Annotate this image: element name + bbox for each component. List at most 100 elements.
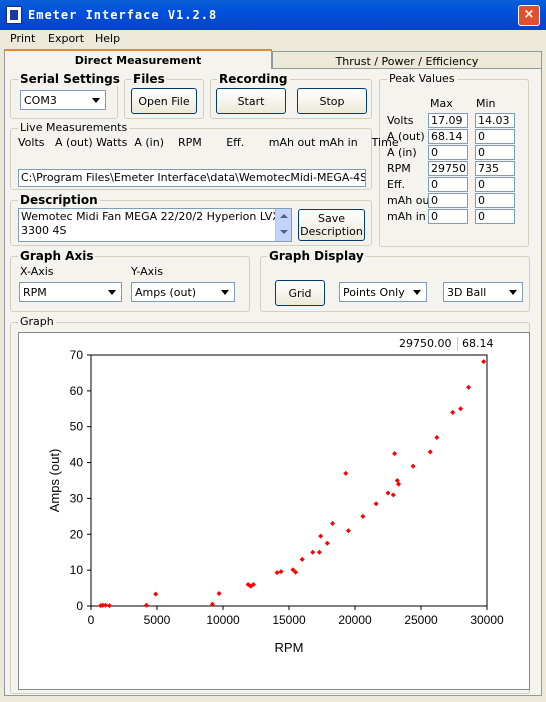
description-scrollbar[interactable] [275,209,291,241]
data-point [316,549,322,555]
peak-min-value: 0 [475,145,515,160]
point-style-select[interactable]: 3D Ball [443,282,523,302]
plot-mode-select[interactable]: Points Only [339,282,427,302]
description-line-1: Wemotec Midi Fan MEGA 22/20/2 Hyperion L… [21,210,280,223]
chevron-down-icon[interactable] [217,284,233,300]
y-tick-label: 60 [70,384,84,398]
x-tick-label: 10000 [206,613,240,627]
data-point [310,549,316,555]
peak-label: mAh out [387,194,434,207]
data-file-path[interactable]: C:\Program Files\Emeter Interface\data\W… [18,169,366,187]
tab-thrust-power-efficiency[interactable]: Thrust / Power / Efficiency [272,51,542,69]
x-axis-select[interactable]: RPM [19,282,122,302]
menu-print[interactable]: Print [10,32,35,45]
y-tick-label: 70 [70,348,84,362]
cursor-x-value: 29750.00 [399,337,452,350]
data-point [481,359,487,365]
x-tick-label: 15000 [272,613,306,627]
menu-export[interactable]: Export [48,32,84,45]
stop-button[interactable]: Stop [297,88,367,114]
data-point [324,540,330,546]
description-line-2: 3300 4S [21,224,67,237]
chevron-down-icon[interactable] [88,92,104,108]
serial-port-select[interactable]: COM3 [20,90,106,110]
peak-values-legend: Peak Values [387,72,457,85]
data-point [410,463,416,469]
plot-frame [90,354,488,607]
tab-direct-measurement[interactable]: Direct Measurement [4,49,272,69]
data-point [299,556,305,562]
peak-label: RPM [387,162,411,175]
open-file-button[interactable]: Open File [131,88,197,114]
data-point [450,409,456,415]
peak-max-value: 17.09 [428,113,468,128]
peak-min-value: 0 [475,209,515,224]
peak-min-value: 0 [475,193,515,208]
peak-max-header: Max [430,97,453,110]
peak-max-value: 29750 [428,161,468,176]
data-point [345,528,351,534]
x-tick-label: 0 [88,613,95,627]
scroll-down-icon[interactable] [280,230,288,234]
y-tick-label: 30 [70,491,84,505]
y-axis-label: Y-Axis [131,265,163,278]
x-axis-label: X-Axis [20,265,54,278]
peak-label: Eff. [387,178,406,191]
menu-help[interactable]: Help [95,32,120,45]
chevron-down-icon[interactable] [505,284,521,300]
graph-display-legend: Graph Display [267,249,366,263]
data-point [343,470,349,476]
close-button[interactable]: × [518,5,540,26]
peak-max-value: 0 [428,145,468,160]
peak-max-value: 68.14 [428,129,468,144]
data-point [434,434,440,440]
peak-label: mAh in [387,210,426,223]
graph-legend: Graph [18,315,56,328]
x-tick-label: 5000 [144,613,171,627]
chevron-down-icon[interactable] [409,284,425,300]
data-point [392,451,398,457]
data-point [373,501,379,507]
data-point [390,492,396,498]
menu-bar: Print Export Help [0,30,546,48]
app-icon [6,6,22,24]
data-point [103,602,109,608]
data-point [106,603,112,609]
data-point [360,513,366,519]
recording-legend: Recording [217,72,290,86]
data-point [330,521,336,527]
y-tick-label: 10 [70,563,84,577]
y-axis-select[interactable]: Amps (out) [131,282,235,302]
data-point [385,490,391,496]
data-point [216,590,222,596]
live-headers: Volts A (out) Watts A (in) RPM Eff. mAh … [18,136,399,149]
x-tick-label: 25000 [404,613,438,627]
x-tick-label: 30000 [470,613,504,627]
description-textarea[interactable]: Wemotec Midi Fan MEGA 22/20/2 Hyperion L… [18,208,292,242]
data-point [466,384,472,390]
save-description-button[interactable]: Save Description [298,209,365,241]
window-title: Emeter Interface V1.2.8 [28,8,218,22]
x-tick-label: 20000 [338,613,372,627]
peak-min-header: Min [476,97,496,110]
peak-min-value: 14.03 [475,113,515,128]
data-point [143,602,149,608]
y-tick-label: 50 [70,420,84,434]
start-button[interactable]: Start [216,88,286,114]
peak-min-value: 0 [475,129,515,144]
graph-area[interactable]: 0 5000 10000 15000 20000 25000 30000 0 10 20 30 40 5… [18,332,530,690]
y-tick-label: 0 [76,599,83,613]
title-bar: Emeter Interface V1.2.8 × [0,0,546,30]
scroll-up-icon[interactable] [280,214,288,218]
files-legend: Files [131,72,167,86]
grid-button[interactable]: Grid [275,280,325,306]
data-point [427,449,433,455]
peak-min-value: 735 [475,161,515,176]
peak-max-value: 0 [428,209,468,224]
data-point [274,570,280,576]
y-tick-label: 40 [70,456,84,470]
serial-settings-legend: Serial Settings [18,72,122,86]
chevron-down-icon[interactable] [104,284,120,300]
live-measurements-legend: Live Measurements [18,121,130,134]
y-tick-label: 20 [70,527,84,541]
